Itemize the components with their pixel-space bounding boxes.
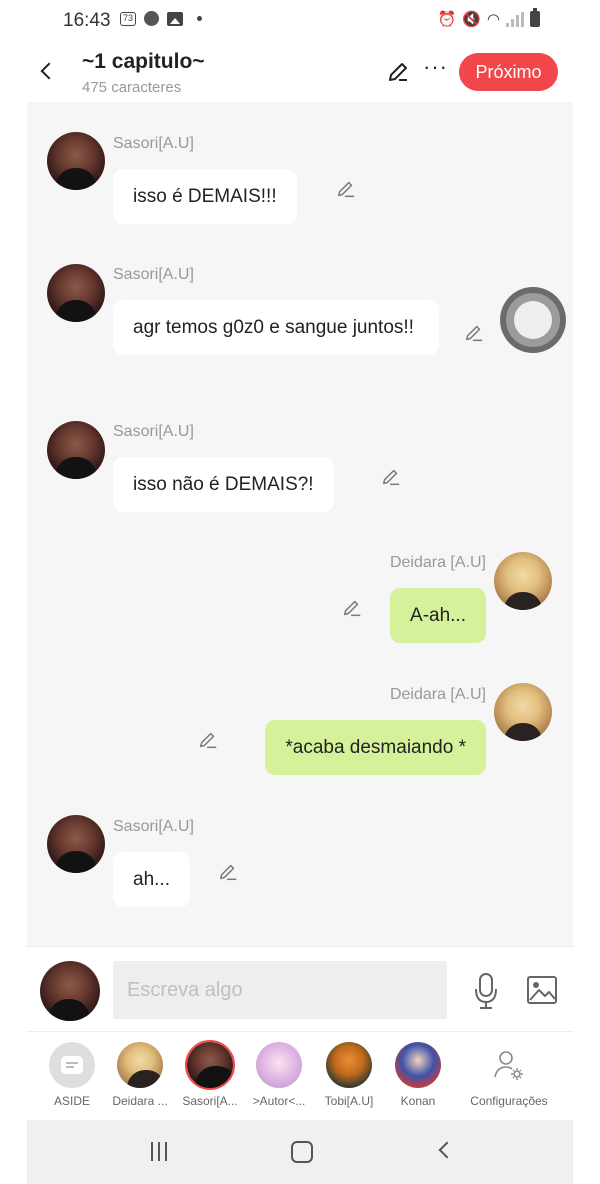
chat-area[interactable]: Sasori[A.U] isso é DEMAIS!!! Sasori[A.U]… [27,102,573,946]
mute-icon: 🔇 [462,11,481,28]
edit-message-icon[interactable] [197,729,219,751]
edit-message-icon[interactable] [335,178,357,200]
deidara-avatar [117,1042,163,1088]
character-tobi[interactable]: Tobi[A.U] [312,1042,386,1108]
konan-avatar [395,1042,441,1088]
status-right-icons: ⏰ 🔇 ◠ [437,8,540,28]
page-title: ~1 capitulo~ [82,50,205,73]
user-gear-icon [486,1042,532,1088]
edit-message-icon[interactable] [217,861,239,883]
deidara-avatar[interactable] [494,683,552,741]
chevron-left-icon [40,62,58,80]
sasori-avatar [185,1040,235,1090]
notification-dot-icon [144,11,160,26]
aside-icon [49,1042,95,1088]
edit-message-icon[interactable] [341,597,363,619]
alarm-icon: ⏰ [437,11,457,28]
sasori-avatar[interactable] [47,264,105,322]
character-label: Sasori[A... [182,1094,238,1108]
wifi-icon: ◠ [486,11,500,28]
status-bar: 16:43 73 ⏰ 🔇 ◠ [0,0,600,40]
character-sasori[interactable]: Sasori[A... [173,1040,247,1108]
system-navigation-bar [27,1120,573,1184]
character-autor[interactable]: >Autor<... [242,1042,316,1108]
message-bubble[interactable]: A-ah... [390,588,486,643]
edit-message-icon[interactable] [380,466,402,488]
more-options-button[interactable]: ··· [423,54,448,80]
message-sender: Deidara [A.U] [389,686,486,703]
settings-label: Configurações [470,1094,548,1108]
sasori-avatar[interactable] [47,815,105,873]
character-label: >Autor<... [252,1094,306,1108]
more-notifications-dot-icon [197,16,203,21]
edit-title-icon[interactable] [386,60,410,84]
character-count: 475 caracteres [82,79,182,96]
sasori-avatar[interactable] [47,132,105,190]
edit-message-icon[interactable] [463,322,485,344]
message-bubble[interactable]: *acaba desmaiando * [265,720,486,775]
message-bubble[interactable]: agr temos g0z0 e sangue juntos!! [113,300,439,355]
message-bubble[interactable]: isso é DEMAIS!!! [113,169,297,224]
signal-icon [506,11,524,27]
character-label: Konan [400,1094,436,1108]
microphone-icon[interactable] [472,971,500,1011]
message-composer [27,946,573,1032]
message-sender: Sasori[A.U] [113,423,194,440]
character-aside[interactable]: ASIDE [35,1042,109,1108]
message-sender: Sasori[A.U] [113,266,194,283]
notification-count-badge: 73 [120,11,137,26]
character-konan[interactable]: Konan [381,1042,455,1108]
story-header: ~1 capitulo~ 475 caracteres ··· Próximo [0,40,600,102]
recent-apps-button[interactable] [151,1142,167,1161]
settings-button[interactable]: Configurações [461,1042,557,1108]
message-sender: Sasori[A.U] [113,818,194,835]
character-label: ASIDE [53,1094,90,1108]
character-label: Deidara ... [112,1094,168,1108]
autor-avatar [256,1042,302,1088]
sasori-avatar[interactable] [47,421,105,479]
status-left-icons: 73 [120,11,203,26]
character-deidara[interactable]: Deidara ... [103,1042,177,1108]
status-time: 16:43 [63,10,111,31]
message-sender: Deidara [A.U] [389,554,486,571]
image-icon[interactable] [526,975,558,1005]
system-back-button[interactable] [438,1141,456,1159]
message-input[interactable] [113,961,447,1019]
home-button[interactable] [291,1141,313,1163]
character-label: Tobi[A.U] [324,1094,374,1108]
next-button[interactable]: Próximo [459,53,558,91]
floating-assistive-button[interactable] [500,287,566,353]
character-selector: ASIDE Deidara ... Sasori[A... >Autor<...… [27,1032,573,1120]
current-character-avatar[interactable] [40,961,100,1021]
back-button[interactable] [34,58,60,84]
battery-icon [530,8,540,27]
message-bubble[interactable]: ah... [113,852,190,907]
deidara-avatar[interactable] [494,552,552,610]
message-bubble[interactable]: isso não é DEMAIS?! [113,457,334,512]
message-sender: Sasori[A.U] [113,135,194,152]
gallery-notification-icon [167,11,184,26]
tobi-avatar [326,1042,372,1088]
